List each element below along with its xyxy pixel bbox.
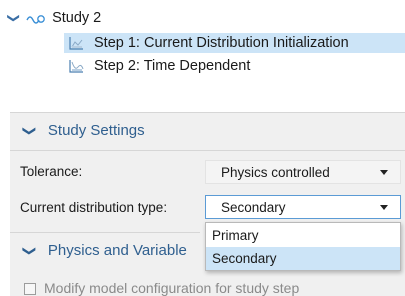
divider bbox=[10, 150, 405, 151]
study-icon bbox=[25, 12, 47, 24]
section-physics-and-variables[interactable]: ❯ Physics and Variable bbox=[21, 242, 187, 259]
tolerance-label: Tolerance: bbox=[20, 164, 83, 179]
step-2-label: Step 2: Time Dependent bbox=[94, 58, 251, 74]
divider bbox=[10, 232, 200, 233]
modify-config-checkbox[interactable] bbox=[24, 283, 36, 295]
tolerance-value: Physics controlled bbox=[221, 164, 330, 180]
time-dependent-step-icon bbox=[68, 59, 84, 73]
tolerance-select[interactable]: Physics controlled bbox=[205, 160, 401, 184]
current-distribution-value: Secondary bbox=[221, 199, 286, 215]
step-1-label: Step 1: Current Distribution Initializat… bbox=[94, 35, 349, 51]
chevron-down-icon[interactable]: ❯ bbox=[21, 245, 37, 256]
current-distribution-select[interactable]: Secondary bbox=[205, 195, 401, 219]
dropdown-arrow-icon bbox=[380, 204, 388, 210]
tree-item-step-2[interactable]: Step 2: Time Dependent bbox=[64, 56, 250, 76]
section-title-physics: Physics and Variable bbox=[47, 242, 187, 259]
section-study-settings[interactable]: ❯ Study Settings bbox=[21, 122, 145, 139]
chevron-down-icon[interactable]: ❯ bbox=[21, 125, 37, 136]
option-secondary[interactable]: Secondary bbox=[206, 247, 400, 270]
modify-config-label: Modify model configuration for study ste… bbox=[44, 280, 300, 296]
chevron-down-icon[interactable]: ❯ bbox=[7, 13, 21, 23]
tree-item-study[interactable]: ❯ Study 2 bbox=[7, 8, 102, 28]
tree-item-step-1[interactable]: Step 1: Current Distribution Initializat… bbox=[64, 33, 405, 53]
current-distribution-label: Current distribution type: bbox=[20, 200, 168, 215]
stationary-step-icon bbox=[68, 36, 84, 50]
section-title-study-settings: Study Settings bbox=[47, 122, 145, 139]
current-distribution-dropdown: Primary Secondary bbox=[205, 222, 401, 271]
study-label: Study 2 bbox=[52, 10, 102, 26]
option-primary[interactable]: Primary bbox=[206, 224, 400, 247]
dropdown-arrow-icon bbox=[380, 169, 388, 175]
